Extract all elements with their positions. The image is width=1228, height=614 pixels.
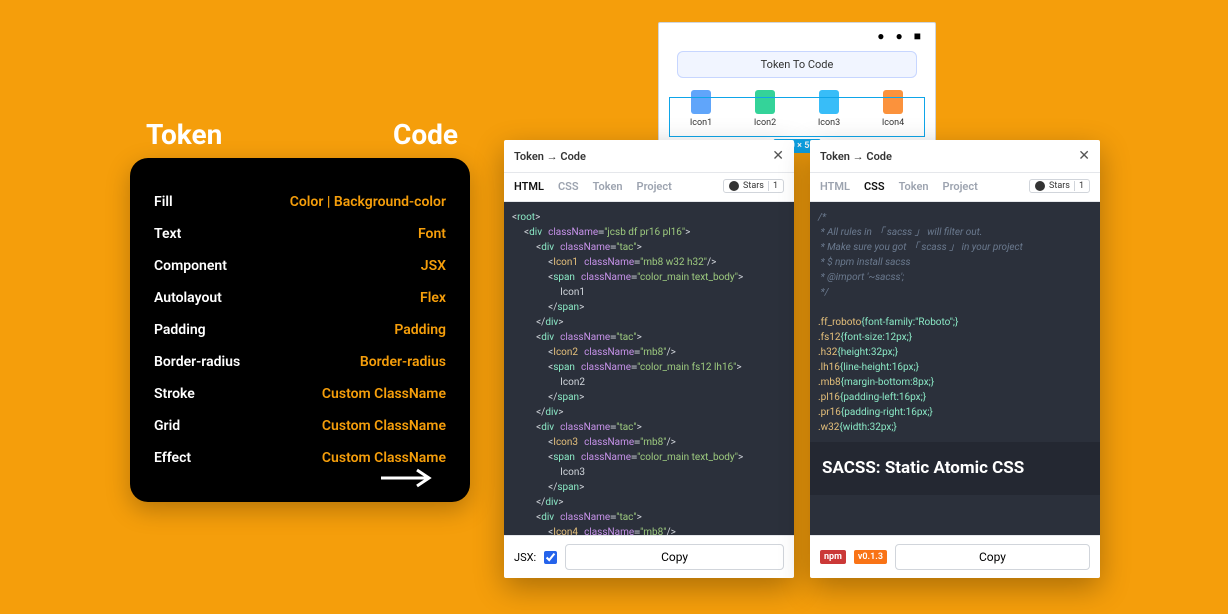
tab-html[interactable]: HTML bbox=[514, 180, 544, 193]
plugin-panel-html: Token → Code ✕ HTML CSS Token Project St… bbox=[504, 140, 794, 578]
token-heading: Token bbox=[146, 118, 222, 151]
figma-canvas: ● ● ■ Token To Code Icon1 Icon2 Icon3 Ic… bbox=[658, 22, 936, 144]
table-row: TextFont bbox=[154, 218, 446, 250]
github-stars-button[interactable]: Stars1 bbox=[1029, 179, 1090, 193]
version-badge: v0.1.3 bbox=[854, 550, 887, 564]
window-controls-icon: ● ● ■ bbox=[877, 29, 925, 43]
tab-token[interactable]: Token bbox=[899, 180, 929, 193]
github-icon bbox=[1035, 181, 1045, 191]
jsx-label: JSX: bbox=[514, 551, 536, 564]
close-icon[interactable]: ✕ bbox=[772, 148, 784, 164]
code-heading: Code bbox=[393, 118, 458, 151]
table-row: FillColor | Background-color bbox=[154, 186, 446, 218]
frame-title[interactable]: Token To Code bbox=[677, 51, 917, 78]
table-row: Border-radiusBorder-radius bbox=[154, 346, 446, 378]
code-output-css[interactable]: /* * All rules in 「 sacss 」 will filter … bbox=[810, 202, 1100, 535]
token-code-table: FillColor | Background-color TextFont Co… bbox=[130, 158, 470, 502]
table-row: AutolayoutFlex bbox=[154, 282, 446, 314]
table-row: StrokeCustom ClassName bbox=[154, 378, 446, 410]
tab-css[interactable]: CSS bbox=[864, 180, 885, 193]
npm-badge: npm bbox=[820, 550, 846, 564]
close-icon[interactable]: ✕ bbox=[1078, 148, 1090, 164]
tab-html[interactable]: HTML bbox=[820, 180, 850, 193]
code-output-html[interactable]: <root> <div className="jcsb df pr16 pl16… bbox=[504, 202, 794, 535]
tab-css[interactable]: CSS bbox=[558, 180, 579, 193]
jsx-checkbox[interactable] bbox=[544, 551, 557, 564]
arrow-right-icon bbox=[379, 466, 435, 496]
copy-button[interactable]: Copy bbox=[565, 544, 784, 570]
github-stars-button[interactable]: Stars1 bbox=[723, 179, 784, 193]
sacss-banner: SACSS: Static Atomic CSS bbox=[810, 442, 1100, 496]
tab-token[interactable]: Token bbox=[593, 180, 623, 193]
panel-title: Token → Code bbox=[820, 150, 892, 163]
table-row: ComponentJSX bbox=[154, 250, 446, 282]
table-row: GridCustom ClassName bbox=[154, 410, 446, 442]
selection-outline bbox=[669, 97, 925, 137]
tab-project[interactable]: Project bbox=[637, 180, 672, 193]
copy-button[interactable]: Copy bbox=[895, 544, 1090, 570]
table-row: Padding Padding bbox=[154, 314, 446, 346]
github-icon bbox=[729, 181, 739, 191]
tab-project[interactable]: Project bbox=[943, 180, 978, 193]
panel-title: Token → Code bbox=[514, 150, 586, 163]
plugin-panel-css: Token → Code ✕ HTML CSS Token Project St… bbox=[810, 140, 1100, 578]
